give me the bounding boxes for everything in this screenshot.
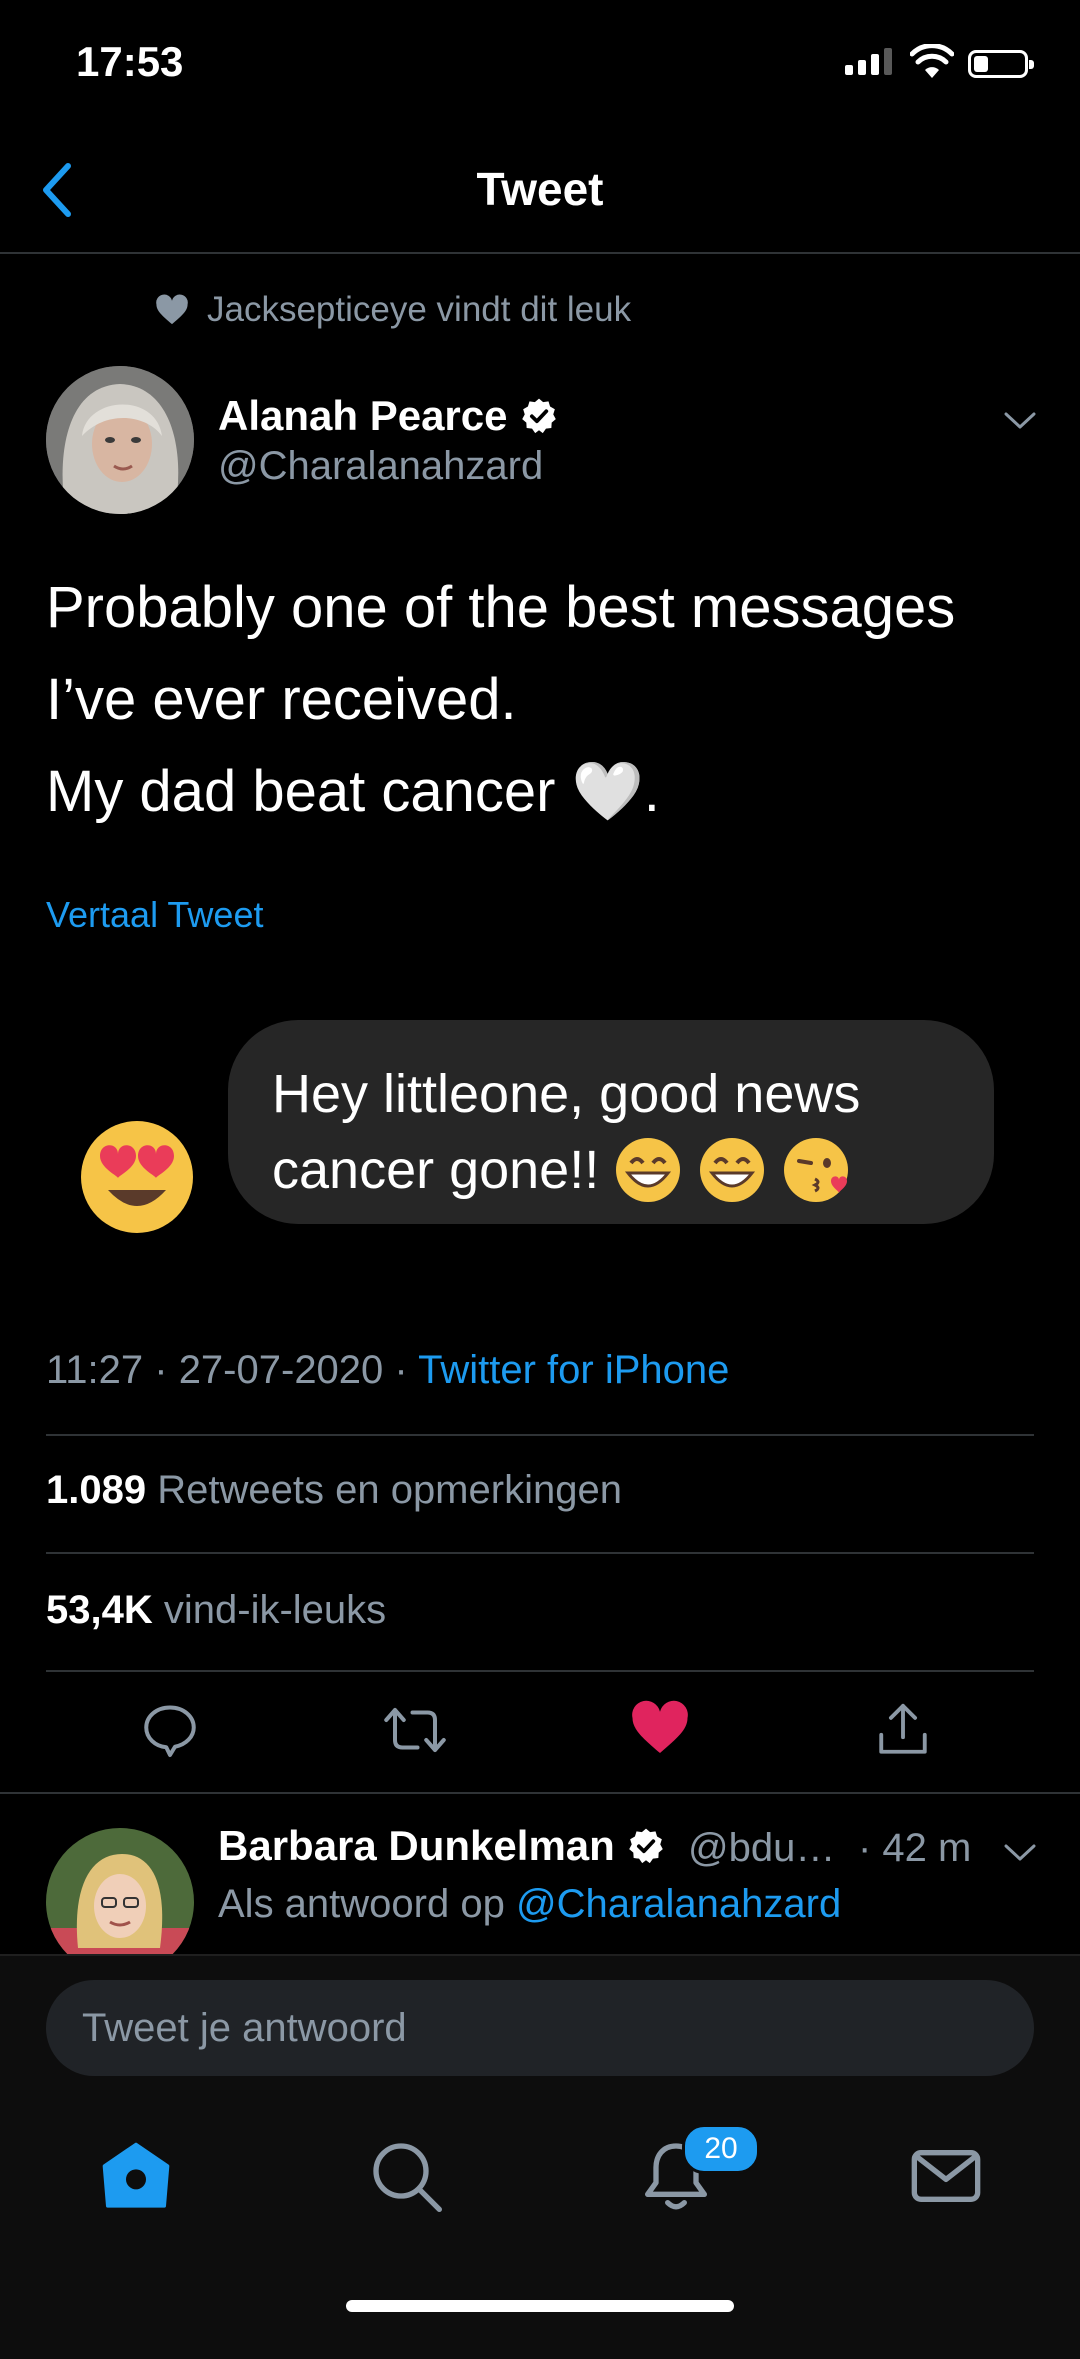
likes-label: vind-ik-leuks: [163, 1588, 387, 1632]
tweet-text-line: I’ve ever received.: [46, 667, 517, 732]
heart-eyes-emoji-icon: [81, 1121, 193, 1233]
likes-stat[interactable]: 53,4K vind-ik-leuks: [46, 1588, 386, 1633]
heart-icon: [156, 294, 188, 325]
actions-divider: [0, 1792, 1080, 1794]
likes-divider: [46, 1670, 1034, 1672]
message-line: cancer gone!!: [272, 1140, 600, 1200]
avatar[interactable]: [46, 366, 194, 514]
like-icon[interactable]: [630, 1700, 690, 1756]
social-context-label: Jacksepticeye vindt dit leuk: [207, 290, 632, 329]
retweets-count: 1.089: [46, 1468, 147, 1512]
share-icon[interactable]: [874, 1700, 932, 1760]
verified-badge-icon: [629, 1828, 663, 1864]
reply-author-name-text: Barbara Dunkelman: [218, 1822, 615, 1869]
cellular-signal-icon: [845, 48, 892, 75]
retweet-icon[interactable]: [382, 1700, 448, 1760]
status-time: 17:53: [76, 38, 184, 85]
reply-input[interactable]: Tweet je antwoord: [46, 1980, 1034, 2076]
tweet-text: Probably one of the best messages I’ve e…: [46, 562, 1046, 838]
tweet-source-link[interactable]: Twitter for iPhone: [418, 1348, 729, 1392]
wifi-icon: [910, 44, 954, 78]
messages-icon[interactable]: [906, 2136, 986, 2216]
chevron-down-icon[interactable]: [1000, 400, 1040, 440]
tweet-actions: [0, 1700, 1080, 1764]
message-line: Hey littleone, good news: [272, 1064, 861, 1124]
message-bubble: Hey littleone, good news cancer gone!!: [228, 1020, 994, 1224]
reply-to-context: Als antwoord op @Charalanahzard: [218, 1882, 841, 1927]
page-title: Tweet: [476, 163, 604, 215]
translate-tweet-link[interactable]: Vertaal Tweet: [46, 894, 263, 936]
reply-time: · 42 m: [858, 1826, 972, 1870]
kissing-heart-emoji-icon: [784, 1138, 849, 1202]
tweet-text-line: Probably one of the best messages: [46, 575, 956, 640]
author-name-text: Alanah Pearce: [218, 392, 508, 439]
tweet-meta: 11:27 · 27-07-2020 · Twitter for iPhone: [46, 1348, 730, 1392]
social-context[interactable]: Jacksepticeye vindt dit leuk: [155, 290, 631, 330]
retweets-label: Retweets en opmerkingen: [157, 1468, 622, 1512]
tweet-time: 11:27: [46, 1348, 144, 1392]
home-indicator[interactable]: [346, 2300, 734, 2312]
tweet-text-line: My dad beat cancer 🤍.: [46, 759, 660, 824]
likes-count: 53,4K: [46, 1588, 153, 1632]
notifications-badge: 20: [682, 2124, 760, 2174]
grinning-emoji-icon: [616, 1138, 681, 1202]
stats-divider: [46, 1552, 1034, 1554]
retweets-stat[interactable]: 1.089 Retweets en opmerkingen: [46, 1468, 622, 1513]
battery-icon: [968, 50, 1034, 78]
header-divider: [0, 252, 1080, 254]
reply-author-name[interactable]: Barbara Dunkelman: [218, 1822, 665, 1870]
author-handle[interactable]: @Charalanahzard: [218, 444, 543, 489]
grinning-emoji-icon: [700, 1138, 765, 1202]
verified-badge-icon: [521, 398, 556, 434]
chevron-down-icon[interactable]: [1000, 1832, 1040, 1872]
author-name[interactable]: Alanah Pearce: [218, 392, 558, 440]
meta-divider: [46, 1434, 1034, 1436]
reply-author-handle[interactable]: @bdu…: [688, 1826, 835, 1871]
tweet-date: 27-07-2020: [178, 1348, 384, 1392]
composer-divider: [0, 1954, 1080, 1956]
search-icon[interactable]: [366, 2136, 446, 2216]
reply-to-label: Als antwoord op: [218, 1882, 505, 1926]
home-icon[interactable]: [96, 2136, 176, 2216]
reply-icon[interactable]: [140, 1700, 200, 1760]
reply-to-mention[interactable]: @Charalanahzard: [516, 1882, 841, 1926]
